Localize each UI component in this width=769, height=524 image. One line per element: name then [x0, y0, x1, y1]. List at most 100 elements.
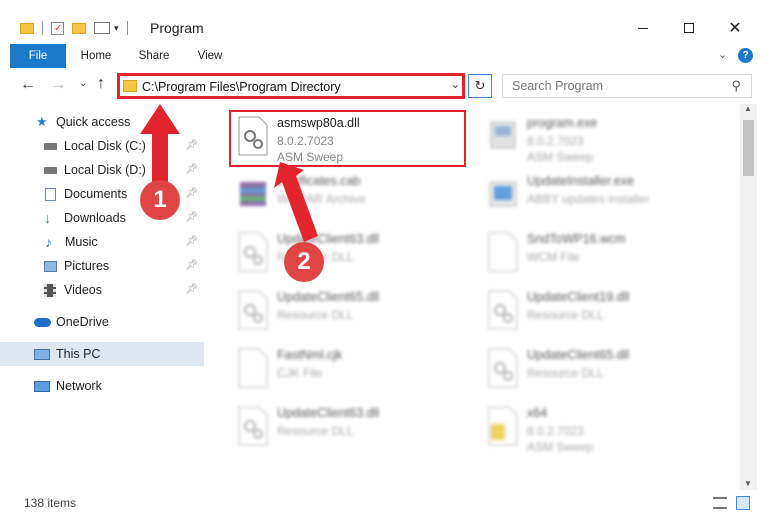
- close-icon: ✕: [728, 20, 742, 37]
- chevron-down-icon[interactable]: ▾: [114, 23, 119, 34]
- title-bar: ✓ ▾ Program ✕: [0, 0, 769, 44]
- expand-ribbon-icon[interactable]: ⌄: [718, 48, 727, 61]
- file-type: WinRAR Archive: [277, 192, 366, 206]
- list-item[interactable]: FastNml.cjk CJK File: [231, 342, 471, 400]
- pictures-icon: [44, 260, 57, 272]
- vertical-scrollbar[interactable]: ▲ ▼: [740, 104, 757, 490]
- videos-icon: [44, 283, 56, 297]
- sidebar-item-music[interactable]: ♪ Music 📌︎: [0, 230, 204, 254]
- file-version: 8.0.2.7023: [527, 134, 584, 148]
- tab-home[interactable]: Home: [72, 44, 120, 68]
- maximize-button[interactable]: [666, 16, 712, 40]
- forward-icon[interactable]: →: [50, 76, 66, 94]
- star-icon: ★: [36, 114, 48, 129]
- tab-share[interactable]: Share: [130, 44, 178, 68]
- pin-icon[interactable]: 📌︎: [185, 188, 198, 199]
- highlight-box: [229, 110, 466, 167]
- pin-icon[interactable]: 📌︎: [185, 236, 198, 247]
- pin-icon[interactable]: 📌︎: [185, 260, 198, 271]
- search-box[interactable]: Search Program ⚲: [502, 74, 752, 98]
- music-icon: ♪: [45, 234, 52, 250]
- refresh-icon: ↻: [474, 78, 486, 93]
- sidebar-item-local-disk-d[interactable]: Local Disk (D:) 📌︎: [0, 158, 204, 182]
- network-icon: [34, 380, 50, 392]
- list-item[interactable]: program.exe 8.0.2.7023 ASM Sweep: [481, 110, 721, 168]
- sidebar-item-label: Downloads: [64, 211, 126, 225]
- scroll-down-icon[interactable]: ▼: [744, 479, 752, 488]
- sidebar-item-quick-access[interactable]: ★ Quick access: [0, 110, 204, 134]
- dll-gear-icon: [238, 290, 268, 330]
- list-item[interactable]: UpdateClient65.dll Resource DLL: [481, 342, 721, 400]
- scroll-up-icon[interactable]: ▲: [744, 104, 752, 113]
- blank-file-icon: [238, 348, 268, 388]
- navigation-pane: ★ Quick access Local Disk (C:) 📌︎ Local …: [0, 104, 204, 490]
- file-name: UpdateClient19.dll: [527, 290, 630, 304]
- dll-gear-icon: [488, 290, 518, 330]
- sidebar-item-onedrive[interactable]: OneDrive: [0, 310, 204, 334]
- dll-gear-icon: [488, 348, 518, 388]
- help-icon[interactable]: ?: [738, 48, 753, 63]
- sidebar-item-label: Local Disk (D:): [64, 163, 146, 177]
- folder-file-icon: [488, 406, 518, 446]
- details-view-icon[interactable]: [713, 497, 727, 509]
- item-count: 138 items: [24, 496, 77, 510]
- new-folder-icon[interactable]: [72, 22, 86, 34]
- customize-icon[interactable]: [94, 22, 110, 34]
- file-name: FastNml.cjk: [277, 348, 343, 362]
- file-name: certificates.cab: [277, 174, 361, 188]
- folder-icon[interactable]: [20, 22, 34, 34]
- file-type: ABBY updates installer: [527, 192, 650, 206]
- properties-icon[interactable]: ✓: [51, 21, 64, 35]
- file-name: UpdateInstaller.exe: [527, 174, 635, 188]
- sidebar-item-label: Network: [56, 379, 102, 393]
- refresh-button[interactable]: ↻: [468, 74, 492, 98]
- chevron-down-icon[interactable]: ⌄: [451, 78, 460, 91]
- sidebar-item-label: Local Disk (C:): [64, 139, 146, 153]
- large-icons-view-icon[interactable]: [736, 496, 750, 510]
- sidebar-item-this-pc[interactable]: This PC: [0, 342, 204, 366]
- list-item[interactable]: UpdateClient63.dll Resource DLL: [231, 400, 471, 458]
- recent-locations-icon[interactable]: ⌄: [79, 78, 87, 89]
- list-item[interactable]: x64 8.0.2.7023 ASM Sweep: [481, 400, 721, 458]
- address-bar[interactable]: C:\Program Files\Program Directory ⌄: [117, 73, 465, 99]
- step-badge-1: 1: [140, 180, 180, 220]
- list-item[interactable]: SndToWP16.wcm WCM File: [481, 226, 721, 284]
- cloud-icon: [34, 317, 51, 327]
- file-name: x64: [527, 406, 548, 420]
- sidebar-item-label: Documents: [64, 187, 128, 201]
- pin-icon[interactable]: 📌︎: [185, 164, 198, 175]
- sidebar-item-local-disk-c[interactable]: Local Disk (C:) 📌︎: [0, 134, 204, 158]
- pin-icon[interactable]: 📌︎: [185, 284, 198, 295]
- list-item[interactable]: certificates.cab WinRAR Archive: [231, 168, 471, 226]
- sidebar-item-network[interactable]: Network: [0, 374, 204, 398]
- sidebar-item-label: OneDrive: [56, 315, 109, 329]
- documents-icon: [45, 187, 56, 201]
- back-icon[interactable]: ←: [20, 76, 36, 94]
- divider: [126, 21, 128, 35]
- tab-view[interactable]: View: [188, 44, 232, 68]
- scrollbar-thumb[interactable]: [743, 120, 754, 176]
- sidebar-item-pictures[interactable]: Pictures 📌︎: [0, 254, 204, 278]
- step-number: 1: [153, 186, 167, 213]
- list-item[interactable]: UpdateInstaller.exe ABBY updates install…: [481, 168, 721, 226]
- blank-file-icon: [488, 232, 518, 272]
- ribbon: File Home Share View ⌄ ?: [0, 44, 769, 102]
- close-button[interactable]: ✕: [712, 16, 758, 40]
- installer-icon: [489, 181, 517, 207]
- pin-icon[interactable]: 📌︎: [185, 140, 198, 151]
- sidebar-item-label: This PC: [56, 347, 101, 361]
- file-type: Resource DLL: [277, 308, 354, 322]
- pin-icon[interactable]: 📌︎: [185, 212, 198, 223]
- dll-gear-icon: [238, 406, 268, 446]
- up-icon[interactable]: ↑: [97, 75, 105, 93]
- list-item[interactable]: UpdateClient19.dll Resource DLL: [481, 284, 721, 342]
- list-item[interactable]: UpdateClient63.dll Resource DLL: [231, 226, 471, 284]
- list-item[interactable]: UpdateClient65.dll Resource DLL: [231, 284, 471, 342]
- sidebar-item-videos[interactable]: Videos 📌︎: [0, 278, 204, 302]
- search-input[interactable]: Search Program: [512, 79, 603, 93]
- drive-icon: [44, 142, 57, 150]
- file-description: ASM Sweep: [527, 440, 594, 454]
- minimize-button[interactable]: [620, 16, 666, 40]
- search-icon: ⚲: [731, 78, 741, 93]
- file-type: Resource DLL: [527, 366, 604, 380]
